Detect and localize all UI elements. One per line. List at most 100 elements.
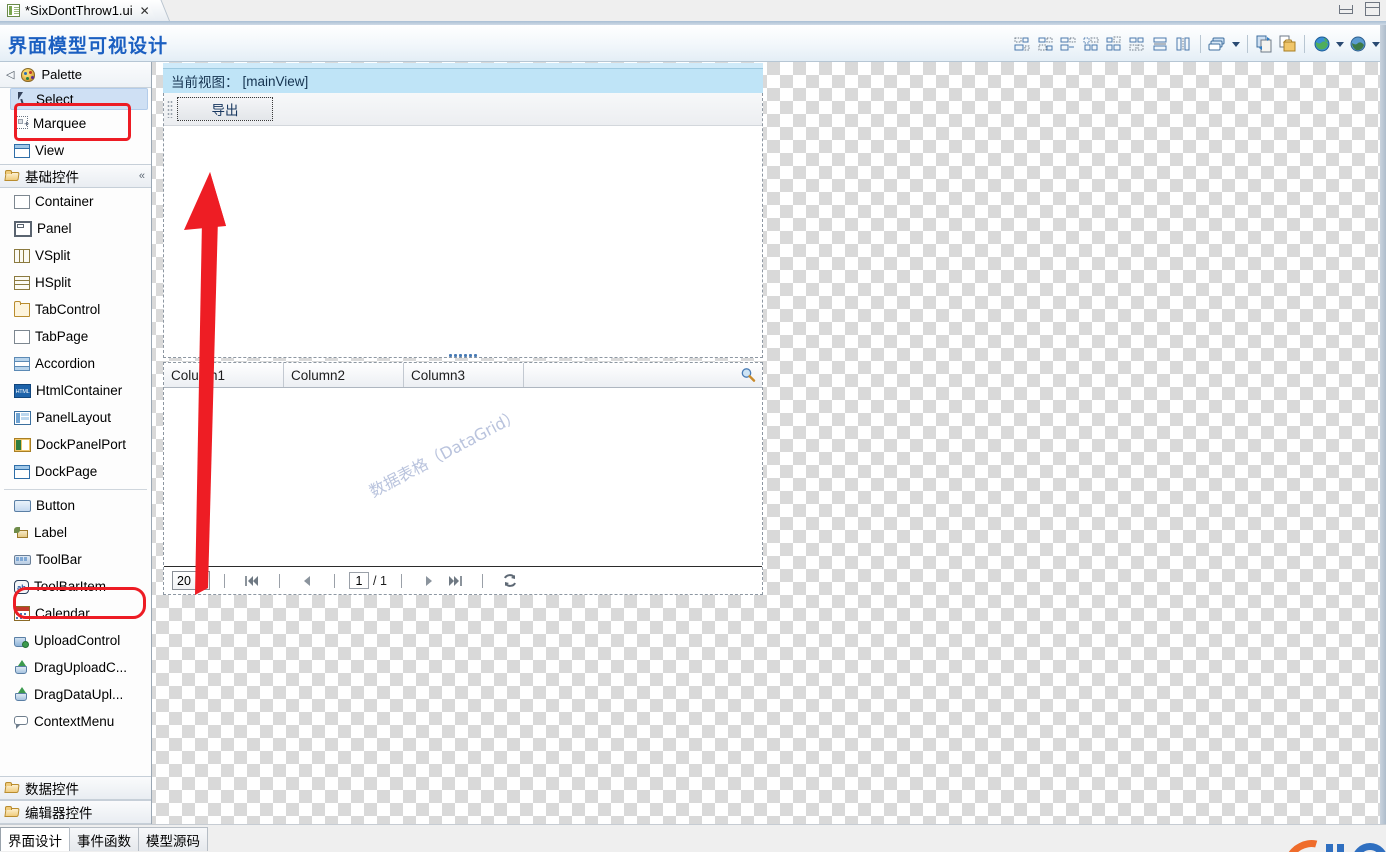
datagrid-column-header[interactable]: Column3 <box>404 363 524 387</box>
align-top-icon[interactable] <box>1081 33 1102 55</box>
chevron-down-icon[interactable] <box>1333 33 1346 55</box>
palette-group-data-controls[interactable]: 数据控件 <box>0 776 151 800</box>
next-page-button[interactable] <box>416 570 442 592</box>
toolbar-item-export[interactable]: 导出 <box>177 97 273 121</box>
logo-ring <box>1352 843 1386 852</box>
palette-item-dockpanelport[interactable]: DockPanelPort <box>0 431 151 458</box>
palette-item-accordion[interactable]: Accordion <box>0 350 151 377</box>
palette-item-toolbar[interactable]: ToolBar <box>0 546 151 573</box>
pager-separator <box>224 573 225 588</box>
preview-browser-alt-icon[interactable] <box>1347 33 1368 55</box>
palette-item-hsplit[interactable]: HSplit <box>0 269 151 296</box>
datagrid-body[interactable]: 数据表格（DataGrid） <box>164 388 762 566</box>
editor-tab-file[interactable]: *SixDontThrow1.ui ✕ <box>0 0 157 21</box>
palette-panel: ◁ Palette Select Marquee View 基础控件 « Con… <box>0 62 152 824</box>
resize-handle-icon[interactable] <box>448 353 478 358</box>
close-icon[interactable]: ✕ <box>140 5 150 17</box>
bottom-tab-bar: 界面设计 事件函数 模型源码 <box>0 824 1386 852</box>
copy-style-icon[interactable] <box>1254 33 1275 55</box>
tab-event-functions[interactable]: 事件函数 <box>69 827 139 851</box>
first-page-button[interactable] <box>239 570 265 592</box>
datagrid-header-row: Column1 Column2 Column3 <box>164 363 762 388</box>
align-right-icon[interactable] <box>1058 33 1079 55</box>
last-page-button[interactable] <box>442 570 468 592</box>
folder-open-icon <box>5 806 20 818</box>
align-middle-vertical-icon[interactable] <box>1104 33 1125 55</box>
palette-item-panel[interactable]: Panel <box>0 215 151 242</box>
design-toolbar <box>1011 31 1382 57</box>
palette-item-label: Container <box>35 194 94 209</box>
palette-item-button[interactable]: Button <box>0 492 151 519</box>
prev-page-button[interactable] <box>294 570 320 592</box>
palette-tool-label: Select <box>36 91 74 107</box>
palette-item-calendar[interactable]: Calendar <box>0 600 151 627</box>
palette-item-label: HSplit <box>35 275 72 290</box>
align-left-icon[interactable] <box>1012 33 1033 55</box>
chevron-down-icon[interactable] <box>1229 33 1242 55</box>
palette-item-uploadcontrol[interactable]: UploadControl <box>0 627 151 654</box>
form-design-surface[interactable]: 导出 <box>163 93 763 358</box>
palette-item-toolbaritem[interactable]: ToolBarItem <box>0 573 151 600</box>
current-view-header: 当前视图： [mainView] <box>163 63 763 93</box>
datagrid-column-header[interactable]: Column1 <box>156 363 284 387</box>
current-view-name: [mainView] <box>242 73 309 89</box>
align-center-horizontal-icon[interactable] <box>1035 33 1056 55</box>
pin-icon[interactable]: « <box>139 170 145 182</box>
tab-model-source[interactable]: 模型源码 <box>138 827 208 851</box>
palette-item-contextmenu[interactable]: ContextMenu <box>0 708 151 735</box>
form-toolbar[interactable]: 导出 <box>164 93 762 126</box>
palette-item-dockpage[interactable]: DockPage <box>0 458 151 485</box>
distribute-vertical-icon[interactable] <box>1150 33 1171 55</box>
editor-tab-label: *SixDontThrow1.ui <box>25 3 133 18</box>
drag-upload-icon <box>14 659 29 675</box>
minimize-icon[interactable] <box>1339 4 1353 14</box>
palette-item-container[interactable]: Container <box>0 188 151 215</box>
datagrid-control[interactable]: Column1 Column2 Column3 数据表格（DataGrid） 2… <box>163 353 763 595</box>
palette-item-panellayout[interactable]: PanelLayout <box>0 404 151 431</box>
palette-tool-marquee[interactable]: Marquee <box>0 110 151 137</box>
palette-item-vsplit[interactable]: VSplit <box>0 242 151 269</box>
vertical-scrollbar[interactable] <box>1380 25 1386 824</box>
paste-style-icon[interactable] <box>1277 33 1298 55</box>
current-page-input[interactable]: 1 <box>349 572 369 589</box>
palette-item-label: DragUploadC... <box>34 660 128 675</box>
toolbar-item-icon <box>14 579 29 594</box>
datagrid-header-filler <box>524 363 762 387</box>
bring-to-front-icon[interactable] <box>1207 33 1228 55</box>
view-header-strip <box>163 63 763 68</box>
palette-item-label: TabPage <box>35 329 89 344</box>
window-controls <box>1339 2 1380 16</box>
palette-tool-select[interactable]: Select <box>10 88 148 110</box>
distribute-horizontal-icon[interactable] <box>1173 33 1194 55</box>
drag-grip-icon[interactable] <box>167 100 173 118</box>
design-canvas[interactable]: 当前视图： [mainView] 导出 Column1 Column2 Colu… <box>163 63 763 595</box>
palette-collapsed-groups: 数据控件 编辑器控件 <box>0 776 151 824</box>
palette-group-editor-controls[interactable]: 编辑器控件 <box>0 800 151 824</box>
palette-divider <box>4 489 147 490</box>
toolbar-icon <box>14 554 31 565</box>
page-size-select[interactable]: 20 <box>172 571 210 590</box>
palette-item-tabcontrol[interactable]: TabControl <box>0 296 151 323</box>
palette-icon <box>21 67 36 82</box>
palette-tool-view[interactable]: View <box>0 137 151 164</box>
palette-item-dragdatauploadcontrol[interactable]: DragDataUpl... <box>0 681 151 708</box>
palette-item-htmlcontainer[interactable]: HtmlContainer <box>0 377 151 404</box>
palette-item-label: DragDataUpl... <box>34 687 124 702</box>
maximize-icon[interactable] <box>1365 2 1380 16</box>
palette-group-basic-controls[interactable]: 基础控件 « <box>0 164 151 188</box>
magnifier-icon[interactable] <box>740 367 756 383</box>
palette-item-tabpage[interactable]: TabPage <box>0 323 151 350</box>
refresh-icon[interactable] <box>497 570 523 592</box>
current-page-value: 1 <box>355 573 363 588</box>
logo-bar-1 <box>1326 844 1333 852</box>
datagrid-column-header[interactable]: Column2 <box>284 363 404 387</box>
collapse-arrow-icon[interactable]: ◁ <box>6 68 14 81</box>
palette-item-label[interactable]: Label <box>0 519 151 546</box>
palette-item-draguploadcontrol[interactable]: DragUploadC... <box>0 654 151 681</box>
drag-data-upload-icon <box>14 686 29 702</box>
palette-group-label: 基础控件 <box>25 170 79 185</box>
tab-interface-design[interactable]: 界面设计 <box>0 827 70 851</box>
align-bottom-icon[interactable] <box>1127 33 1148 55</box>
preview-browser-icon[interactable] <box>1311 33 1332 55</box>
dock-page-icon <box>14 464 30 479</box>
